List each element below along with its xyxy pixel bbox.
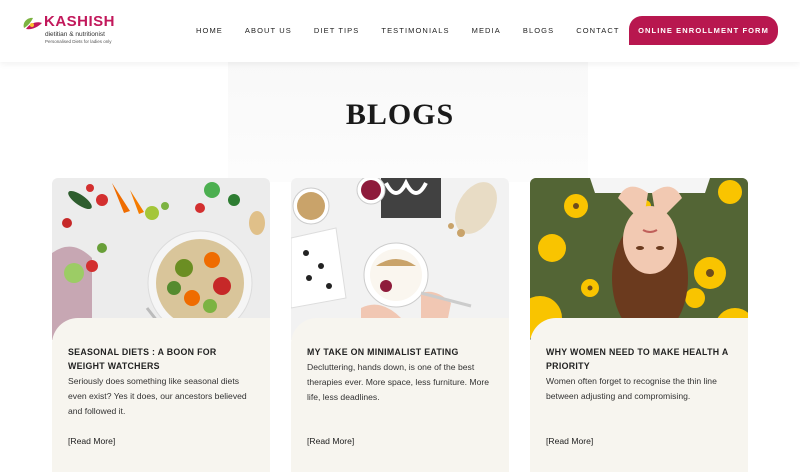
read-more-link[interactable]: [Read More] — [546, 436, 593, 446]
read-more-link[interactable]: [Read More] — [68, 436, 115, 446]
nav-item-media[interactable]: MEDIA — [472, 26, 501, 35]
nav-item-diet-tips[interactable]: DIET TIPS — [314, 26, 359, 35]
blog-card: MY TAKE ON MINIMALIST EATING Declutterin… — [291, 178, 509, 472]
blog-excerpt: Women often forget to recognise the thin… — [546, 376, 717, 401]
site-header: KASHISH dietitian & nutritionist Persona… — [0, 0, 800, 62]
brand-tagline: Personalised Diets for ladies only — [45, 39, 112, 44]
blog-card-body: SEASONAL DIETS : A BOON FOR WEIGHT WATCH… — [52, 318, 270, 472]
blog-title[interactable]: WHY WOMEN NEED TO MAKE HEALTH A PRIORITY — [546, 345, 732, 373]
read-more-link[interactable]: [Read More] — [307, 436, 354, 446]
blog-excerpt: Seriously does something like seasonal d… — [68, 376, 247, 416]
blog-title[interactable]: SEASONAL DIETS : A BOON FOR WEIGHT WATCH… — [68, 345, 254, 373]
blog-card-body: WHY WOMEN NEED TO MAKE HEALTH A PRIORITY… — [530, 318, 748, 472]
brand-subtitle: dietitian & nutritionist — [45, 31, 105, 38]
page-title: BLOGS — [345, 98, 455, 131]
blog-card: WHY WOMEN NEED TO MAKE HEALTH A PRIORITY… — [530, 178, 748, 472]
vegetable-bowl-image[interactable] — [52, 178, 270, 340]
leaf-logo-icon — [23, 17, 42, 30]
nav-item-home[interactable]: HOME — [196, 26, 223, 35]
nav-item-contact[interactable]: CONTACT — [576, 26, 619, 35]
blog-card-body: MY TAKE ON MINIMALIST EATING Declutterin… — [291, 318, 509, 472]
main-nav: HOME ABOUT US DIET TIPS TESTIMONIALS MED… — [196, 26, 642, 35]
blog-card: SEASONAL DIETS : A BOON FOR WEIGHT WATCH… — [52, 178, 270, 472]
nav-item-testimonials[interactable]: TESTIMONIALS — [381, 26, 449, 35]
nav-item-about-us[interactable]: ABOUT US — [245, 26, 292, 35]
granola-bowl-image[interactable] — [291, 178, 509, 340]
logo[interactable]: KASHISH dietitian & nutritionist Persona… — [20, 12, 120, 48]
brand-name: KASHISH — [44, 13, 116, 30]
woman-flowers-image[interactable] — [530, 178, 748, 340]
nav-item-blogs[interactable]: BLOGS — [523, 26, 554, 35]
blog-excerpt: Decluttering, hands down, is one of the … — [307, 362, 489, 402]
blog-title[interactable]: MY TAKE ON MINIMALIST EATING — [307, 345, 493, 359]
online-enrollment-button[interactable]: ONLINE ENROLLMENT FORM — [629, 16, 778, 45]
